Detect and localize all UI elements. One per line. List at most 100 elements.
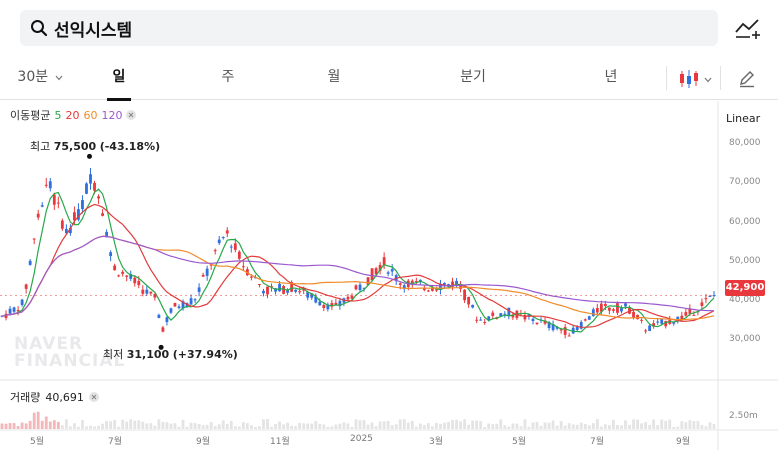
pencil-icon[interactable] xyxy=(737,68,757,88)
candle-body xyxy=(28,260,32,265)
ma-120-line xyxy=(1,235,715,317)
x-tick-label: 7월 xyxy=(108,437,123,447)
candle-body xyxy=(197,287,201,292)
candle-body xyxy=(660,319,664,324)
candle-body xyxy=(386,272,390,274)
volume-axis-label: 2.50m xyxy=(729,411,758,421)
candle-body xyxy=(471,304,475,308)
candle-body xyxy=(708,295,712,297)
volume-legend: 거래량 40,691 xyxy=(10,389,99,405)
candle-body xyxy=(20,299,24,305)
candle-body xyxy=(113,265,117,271)
volume-bar xyxy=(386,420,390,429)
candle-body xyxy=(177,306,181,308)
close-icon[interactable] xyxy=(88,392,99,402)
volume-bar xyxy=(205,424,209,429)
volume-bar xyxy=(374,426,378,429)
candle-body xyxy=(109,252,113,257)
volume-bar xyxy=(97,425,100,429)
x-tick-label: 7월 xyxy=(590,437,605,447)
chart-toggle-icon[interactable] xyxy=(734,16,762,40)
ma-5-label[interactable]: 5 xyxy=(54,109,61,122)
current-price-tag: 42,900 xyxy=(725,280,765,296)
volume-bar xyxy=(555,425,559,429)
volume-bar xyxy=(121,419,125,429)
chart-type-button[interactable] xyxy=(678,68,714,90)
volume-bar xyxy=(274,424,277,429)
volume-bar xyxy=(153,425,157,429)
candle-body xyxy=(125,275,129,277)
volume-bar xyxy=(362,420,366,429)
tab-week[interactable]: 주 xyxy=(216,56,240,100)
candle-body xyxy=(157,314,161,319)
volume-bar xyxy=(298,422,302,429)
volume-bar xyxy=(28,420,32,429)
tab-30min[interactable]: 30분 xyxy=(16,56,64,100)
candle-body xyxy=(169,308,173,313)
candle-body xyxy=(318,301,322,306)
volume-bar xyxy=(334,424,338,429)
candle-body xyxy=(221,237,225,239)
volume-bar xyxy=(547,422,551,429)
candle-body xyxy=(612,309,615,311)
volume-bar xyxy=(652,419,656,429)
tab-month[interactable]: 월 xyxy=(322,56,346,100)
search-query[interactable]: 선익시스템 xyxy=(54,16,132,41)
volume-bar xyxy=(12,423,16,429)
volume-bar xyxy=(515,423,519,429)
volume-bar xyxy=(32,412,36,429)
volume-bar xyxy=(479,421,483,429)
volume-bar xyxy=(169,423,173,429)
volume-bar xyxy=(338,423,342,429)
volume-bar xyxy=(410,420,414,429)
volume-bar xyxy=(68,426,72,429)
candle-body xyxy=(475,319,479,321)
volume-bar xyxy=(105,420,109,429)
volume-bar xyxy=(418,423,422,429)
volume-bar xyxy=(435,422,438,429)
volume-bar xyxy=(636,419,639,429)
volume-bar xyxy=(583,424,587,429)
volume-bar xyxy=(491,424,495,429)
volume-bar xyxy=(157,419,161,429)
volume-bar xyxy=(310,423,314,429)
candle-body xyxy=(141,289,145,294)
ma-60-label[interactable]: 60 xyxy=(83,109,97,122)
volume-bar xyxy=(660,419,664,429)
volume-bar xyxy=(217,424,221,429)
volume-bar xyxy=(77,426,80,429)
volume-bar xyxy=(616,425,619,429)
candle-body xyxy=(229,246,233,248)
candle-body xyxy=(258,284,261,286)
volume-bar xyxy=(60,425,64,429)
candle-body xyxy=(390,269,394,272)
candle-body xyxy=(587,316,591,320)
ma-20-label[interactable]: 20 xyxy=(65,109,79,122)
ma-120-label[interactable]: 120 xyxy=(101,109,122,122)
tab-day[interactable]: 일 xyxy=(107,56,131,101)
volume-bar xyxy=(483,426,487,429)
volume-bar xyxy=(700,424,704,429)
volume-bar xyxy=(463,419,467,429)
y-tick-label: 40,000 xyxy=(729,295,761,305)
search-bar[interactable]: 선익시스템 xyxy=(20,10,718,46)
volume-value: 40,691 xyxy=(45,390,84,404)
volume-bar xyxy=(221,420,225,429)
volume-bar xyxy=(426,423,430,429)
volume-bar xyxy=(394,424,398,429)
candle-body xyxy=(294,289,298,292)
close-icon[interactable] xyxy=(126,110,137,120)
scale-toggle[interactable]: Linear xyxy=(726,112,760,125)
candle-body xyxy=(93,182,96,191)
candle-body xyxy=(40,205,44,207)
volume-bar xyxy=(475,420,479,429)
candle-body xyxy=(491,312,495,316)
volume-bar xyxy=(177,426,181,429)
volume-bar xyxy=(439,423,442,429)
candle-body xyxy=(334,302,338,305)
y-tick-label: 60,000 xyxy=(729,217,761,227)
tab-year[interactable]: 년 xyxy=(599,56,623,100)
volume-bar xyxy=(644,422,648,429)
volume-bar xyxy=(117,426,121,429)
tab-quarter[interactable]: 분기 xyxy=(455,56,491,100)
